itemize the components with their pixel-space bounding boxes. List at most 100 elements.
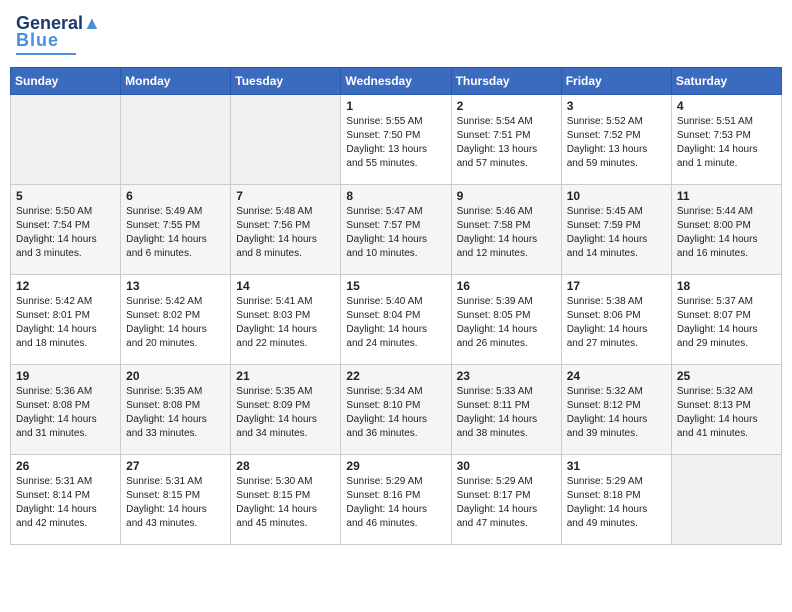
day-info: Sunrise: 5:51 AM Sunset: 7:53 PM Dayligh… [677, 115, 776, 171]
day-number: 29 [346, 459, 445, 473]
header-wednesday: Wednesday [341, 68, 451, 95]
day-number: 23 [457, 369, 556, 383]
day-number: 1 [346, 99, 445, 113]
day-number: 21 [236, 369, 335, 383]
day-info: Sunrise: 5:30 AM Sunset: 8:15 PM Dayligh… [236, 475, 335, 531]
calendar-day-25: 25 Sunrise: 5:32 AM Sunset: 8:13 PM Dayli… [671, 365, 781, 455]
day-info: Sunrise: 5:29 AM Sunset: 8:18 PM Dayligh… [567, 475, 666, 531]
calendar-day-8: 8 Sunrise: 5:47 AM Sunset: 7:57 PM Daylig… [341, 185, 451, 275]
day-number: 20 [126, 369, 225, 383]
day-number: 11 [677, 189, 776, 203]
day-number: 31 [567, 459, 666, 473]
day-info: Sunrise: 5:35 AM Sunset: 8:09 PM Dayligh… [236, 385, 335, 441]
calendar-day-7: 7 Sunrise: 5:48 AM Sunset: 7:56 PM Daylig… [231, 185, 341, 275]
calendar-day-10: 10 Sunrise: 5:45 AM Sunset: 7:59 PM Dayli… [561, 185, 671, 275]
calendar-week-2: 5 Sunrise: 5:50 AM Sunset: 7:54 PM Daylig… [11, 185, 782, 275]
day-number: 16 [457, 279, 556, 293]
day-number: 14 [236, 279, 335, 293]
calendar-day-16: 16 Sunrise: 5:39 AM Sunset: 8:05 PM Dayli… [451, 275, 561, 365]
calendar-week-4: 19Sunrise: 5:36 AM Sunset: 8:08 PM Dayli… [11, 365, 782, 455]
day-number: 9 [457, 189, 556, 203]
day-info: Sunrise: 5:47 AM Sunset: 7:57 PM Dayligh… [346, 205, 445, 261]
calendar-day-15: 15Sunrise: 5:40 AM Sunset: 8:04 PM Dayli… [341, 275, 451, 365]
day-info: Sunrise: 5:49 AM Sunset: 7:55 PM Dayligh… [126, 205, 225, 261]
day-info: Sunrise: 5:54 AM Sunset: 7:51 PM Dayligh… [457, 115, 556, 171]
calendar-day-17: 17Sunrise: 5:38 AM Sunset: 8:06 PM Dayli… [561, 275, 671, 365]
day-info: Sunrise: 5:44 AM Sunset: 8:00 PM Dayligh… [677, 205, 776, 261]
day-info: Sunrise: 5:50 AM Sunset: 7:54 PM Dayligh… [16, 205, 115, 261]
day-number: 15 [346, 279, 445, 293]
day-info: Sunrise: 5:39 AM Sunset: 8:05 PM Dayligh… [457, 295, 556, 351]
calendar-day-9: 9 Sunrise: 5:46 AM Sunset: 7:58 PM Daylig… [451, 185, 561, 275]
calendar-week-1: 1 Sunrise: 5:55 AM Sunset: 7:50 PM Daylig… [11, 95, 782, 185]
day-info: Sunrise: 5:45 AM Sunset: 7:59 PM Dayligh… [567, 205, 666, 261]
calendar-day-21: 21 Sunrise: 5:35 AM Sunset: 8:09 PM Dayli… [231, 365, 341, 455]
day-number: 6 [126, 189, 225, 203]
logo-underline [16, 53, 76, 55]
header-sunday: Sunday [11, 68, 121, 95]
day-number: 7 [236, 189, 335, 203]
day-info: Sunrise: 5:42 AM Sunset: 8:01 PM Dayligh… [16, 295, 115, 351]
day-info: Sunrise: 5:29 AM Sunset: 8:16 PM Dayligh… [346, 475, 445, 531]
day-number: 27 [126, 459, 225, 473]
calendar-header-row: SundayMondayTuesdayWednesdayThursdayFrid… [11, 68, 782, 95]
day-number: 26 [16, 459, 115, 473]
calendar-day-1: 1 Sunrise: 5:55 AM Sunset: 7:50 PM Daylig… [341, 95, 451, 185]
day-info: Sunrise: 5:38 AM Sunset: 8:06 PM Dayligh… [567, 295, 666, 351]
calendar-day-14: 14 Sunrise: 5:41 AM Sunset: 8:03 PM Dayli… [231, 275, 341, 365]
day-info: Sunrise: 5:35 AM Sunset: 8:08 PM Dayligh… [126, 385, 225, 441]
day-info: Sunrise: 5:31 AM Sunset: 8:14 PM Dayligh… [16, 475, 115, 531]
calendar-empty [11, 95, 121, 185]
calendar-week-3: 12 Sunrise: 5:42 AM Sunset: 8:01 PM Dayli… [11, 275, 782, 365]
header-tuesday: Tuesday [231, 68, 341, 95]
day-number: 25 [677, 369, 776, 383]
day-info: Sunrise: 5:32 AM Sunset: 8:13 PM Dayligh… [677, 385, 776, 441]
calendar-day-13: 13 Sunrise: 5:42 AM Sunset: 8:02 PM Dayli… [121, 275, 231, 365]
day-number: 10 [567, 189, 666, 203]
day-number: 8 [346, 189, 445, 203]
day-number: 12 [16, 279, 115, 293]
calendar-day-19: 19Sunrise: 5:36 AM Sunset: 8:08 PM Dayli… [11, 365, 121, 455]
day-number: 2 [457, 99, 556, 113]
logo-blue: Blue [16, 30, 59, 51]
header-saturday: Saturday [671, 68, 781, 95]
day-info: Sunrise: 5:52 AM Sunset: 7:52 PM Dayligh… [567, 115, 666, 171]
calendar-day-18: 18 Sunrise: 5:37 AM Sunset: 8:07 PM Dayli… [671, 275, 781, 365]
day-info: Sunrise: 5:29 AM Sunset: 8:17 PM Dayligh… [457, 475, 556, 531]
day-number: 22 [346, 369, 445, 383]
day-info: Sunrise: 5:48 AM Sunset: 7:56 PM Dayligh… [236, 205, 335, 261]
day-info: Sunrise: 5:46 AM Sunset: 7:58 PM Dayligh… [457, 205, 556, 261]
header-friday: Friday [561, 68, 671, 95]
day-number: 13 [126, 279, 225, 293]
day-info: Sunrise: 5:42 AM Sunset: 8:02 PM Dayligh… [126, 295, 225, 351]
calendar-day-28: 28 Sunrise: 5:30 AM Sunset: 8:15 PM Dayli… [231, 455, 341, 545]
day-number: 18 [677, 279, 776, 293]
calendar-day-23: 23Sunrise: 5:33 AM Sunset: 8:11 PM Dayli… [451, 365, 561, 455]
day-info: Sunrise: 5:41 AM Sunset: 8:03 PM Dayligh… [236, 295, 335, 351]
calendar-day-2: 2 Sunrise: 5:54 AM Sunset: 7:51 PM Daylig… [451, 95, 561, 185]
header-monday: Monday [121, 68, 231, 95]
calendar-day-29: 29 Sunrise: 5:29 AM Sunset: 8:16 PM Dayli… [341, 455, 451, 545]
calendar-day-3: 3 Sunrise: 5:52 AM Sunset: 7:52 PM Daylig… [561, 95, 671, 185]
day-info: Sunrise: 5:55 AM Sunset: 7:50 PM Dayligh… [346, 115, 445, 171]
calendar-day-24: 24Sunrise: 5:32 AM Sunset: 8:12 PM Dayli… [561, 365, 671, 455]
day-info: Sunrise: 5:37 AM Sunset: 8:07 PM Dayligh… [677, 295, 776, 351]
calendar-week-5: 26 Sunrise: 5:31 AM Sunset: 8:14 PM Dayli… [11, 455, 782, 545]
calendar-day-27: 27Sunrise: 5:31 AM Sunset: 8:15 PM Dayli… [121, 455, 231, 545]
calendar-day-5: 5 Sunrise: 5:50 AM Sunset: 7:54 PM Daylig… [11, 185, 121, 275]
calendar-empty [231, 95, 341, 185]
calendar-empty [671, 455, 781, 545]
calendar-day-4: 4 Sunrise: 5:51 AM Sunset: 7:53 PM Daylig… [671, 95, 781, 185]
day-number: 5 [16, 189, 115, 203]
calendar-day-20: 20 Sunrise: 5:35 AM Sunset: 8:08 PM Dayli… [121, 365, 231, 455]
calendar-day-30: 30Sunrise: 5:29 AM Sunset: 8:17 PM Dayli… [451, 455, 561, 545]
day-number: 28 [236, 459, 335, 473]
day-number: 3 [567, 99, 666, 113]
calendar-day-26: 26 Sunrise: 5:31 AM Sunset: 8:14 PM Dayli… [11, 455, 121, 545]
calendar-day-6: 6 Sunrise: 5:49 AM Sunset: 7:55 PM Daylig… [121, 185, 231, 275]
calendar-table: SundayMondayTuesdayWednesdayThursdayFrid… [10, 67, 782, 545]
calendar-day-22: 22Sunrise: 5:34 AM Sunset: 8:10 PM Dayli… [341, 365, 451, 455]
calendar-empty [121, 95, 231, 185]
day-number: 24 [567, 369, 666, 383]
day-number: 4 [677, 99, 776, 113]
